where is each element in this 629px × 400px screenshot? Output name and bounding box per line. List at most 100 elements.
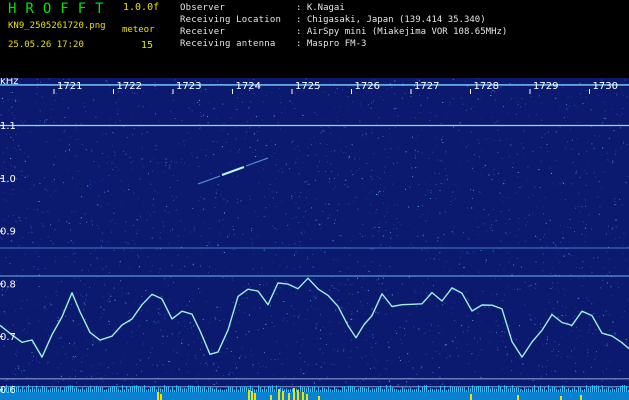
noise-speck: [190, 322, 192, 324]
noise-speck: [65, 150, 66, 152]
noise-speck: [536, 237, 538, 239]
noise-speck: [272, 225, 273, 227]
noise-speck: [614, 200, 616, 202]
noise-speck: [39, 110, 41, 112]
file-name: KN9_2505261720.png: [8, 21, 106, 31]
noise-speck: [286, 313, 288, 315]
noise-speck: [341, 89, 343, 91]
noise-speck: [588, 300, 590, 301]
noise-speck: [122, 291, 124, 293]
noise-speck: [156, 308, 158, 310]
noise-speck: [46, 119, 48, 121]
noise-speck: [608, 258, 610, 260]
strip-level: [66, 386, 67, 392]
noise-speck: [155, 88, 157, 90]
noise-speck: [120, 280, 122, 282]
noise-speck: [574, 315, 576, 317]
noise-speck: [209, 266, 210, 268]
strip-level: [448, 388, 449, 392]
noise-speck: [616, 94, 618, 96]
noise-speck: [566, 321, 568, 323]
time-label: 1721: [57, 81, 82, 92]
noise-speck: [559, 213, 561, 215]
noise-speck: [343, 349, 345, 351]
noise-speck: [325, 203, 326, 205]
noise-speck: [555, 183, 557, 185]
noise-speck: [436, 144, 438, 146]
noise-speck: [627, 271, 628, 273]
noise-speck: [581, 89, 583, 91]
noise-speck: [338, 204, 340, 205]
noise-speck: [192, 299, 194, 301]
noise-speck: [575, 245, 577, 247]
noise-speck: [57, 381, 59, 383]
noise-speck: [586, 142, 588, 144]
noise-speck: [338, 138, 340, 140]
noise-speck: [117, 109, 119, 111]
noise-speck: [64, 158, 66, 160]
noise-speck: [367, 303, 368, 304]
noise-speck: [234, 187, 236, 189]
noise-speck: [148, 303, 150, 305]
strip-level: [566, 389, 567, 392]
strip-level: [206, 389, 207, 392]
noise-speck: [102, 179, 104, 180]
noise-speck: [622, 252, 624, 254]
noise-speck: [597, 196, 599, 198]
noise-speck: [521, 266, 522, 268]
noise-speck: [351, 144, 353, 146]
strip-level: [50, 388, 51, 392]
strip-level: [564, 386, 565, 392]
noise-speck: [496, 293, 498, 295]
strip-level: [264, 387, 265, 392]
noise-speck: [89, 252, 91, 254]
strip-level: [576, 389, 577, 392]
noise-speck: [559, 126, 561, 128]
noise-speck: [589, 324, 591, 326]
noise-speck: [585, 382, 587, 384]
noise-speck: [441, 139, 443, 141]
noise-speck: [356, 257, 358, 258]
noise-speck: [382, 297, 384, 299]
noise-speck: [438, 332, 440, 334]
noise-speck: [372, 334, 374, 336]
noise-speck: [269, 183, 271, 185]
strip-level: [222, 389, 223, 392]
strip-level: [442, 389, 443, 392]
noise-speck: [72, 358, 73, 360]
strip-level: [292, 388, 293, 392]
noise-speck: [201, 290, 203, 292]
strip-level: [534, 385, 535, 392]
strip-level: [174, 389, 175, 392]
noise-speck: [128, 385, 130, 387]
noise-speck: [41, 225, 43, 227]
noise-speck: [510, 144, 512, 146]
noise-speck: [192, 264, 194, 266]
noise-speck: [49, 195, 51, 197]
noise-speck: [420, 292, 422, 294]
noise-speck: [502, 300, 504, 302]
noise-speck: [36, 86, 38, 88]
noise-speck: [546, 339, 548, 341]
noise-speck: [425, 259, 427, 261]
noise-speck: [540, 327, 542, 328]
noise-speck: [215, 222, 217, 224]
noise-speck: [366, 162, 368, 164]
noise-speck: [253, 134, 255, 136]
noise-speck: [577, 121, 579, 123]
noise-speck: [353, 201, 355, 203]
noise-speck: [75, 356, 77, 357]
noise-speck: [176, 161, 178, 163]
strip-level: [372, 388, 373, 392]
noise-speck: [606, 343, 608, 345]
noise-speck: [232, 116, 234, 118]
noise-speck: [46, 328, 48, 330]
noise-speck: [480, 118, 482, 120]
noise-speck: [458, 382, 460, 384]
noise-speck: [415, 167, 417, 169]
noise-speck: [544, 133, 546, 135]
noise-speck: [422, 235, 424, 237]
noise-speck: [217, 184, 219, 186]
noise-speck: [247, 112, 249, 114]
noise-speck: [342, 218, 344, 220]
